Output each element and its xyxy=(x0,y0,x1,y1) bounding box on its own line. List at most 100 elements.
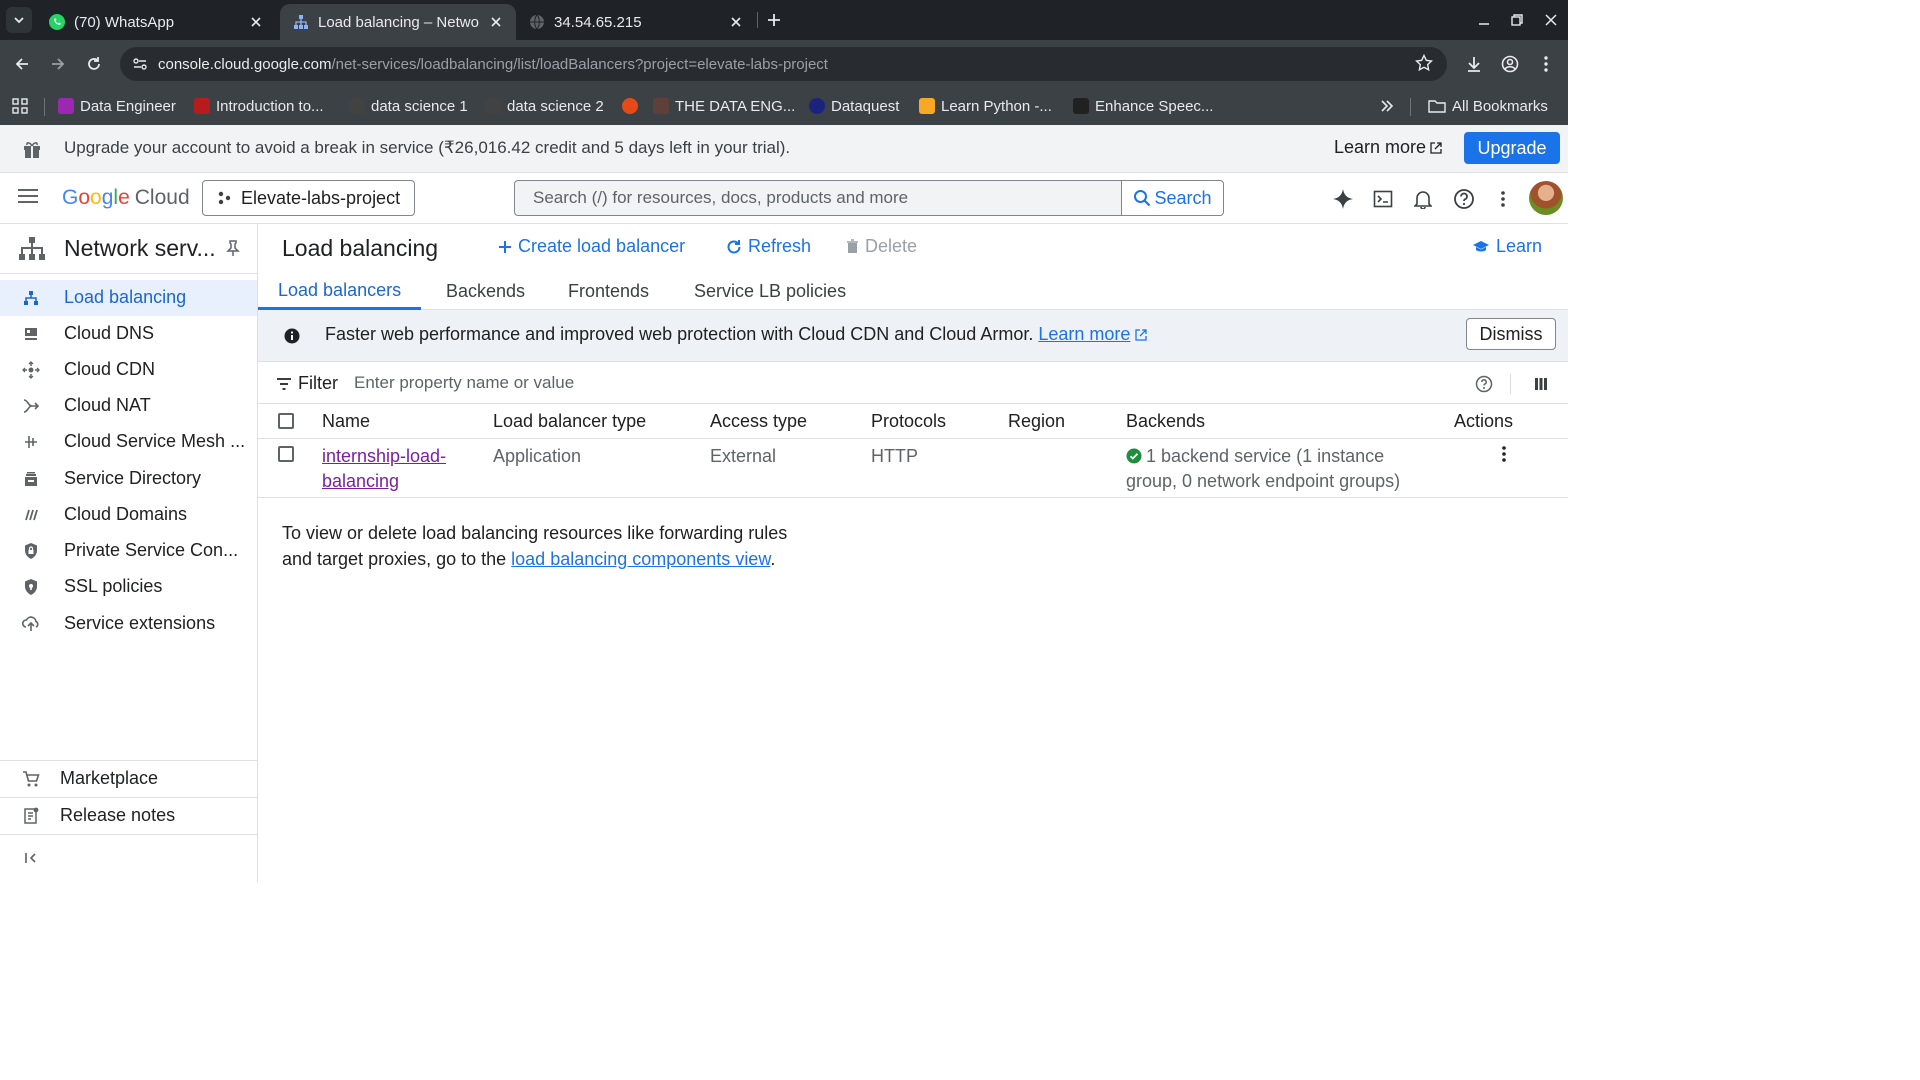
project-name: Elevate-labs-project xyxy=(241,187,401,208)
logo-cloud: Cloud xyxy=(134,186,190,209)
google-cloud-logo[interactable]: Google Cloud xyxy=(62,186,190,210)
close-tab-icon[interactable] xyxy=(248,14,264,30)
filter-input[interactable]: Enter property name or value xyxy=(354,373,574,393)
reload-button[interactable] xyxy=(82,52,106,76)
browser-tab-whatsapp[interactable]: (70) WhatsApp xyxy=(36,4,276,40)
help-button[interactable] xyxy=(1451,186,1477,212)
avatar[interactable] xyxy=(1529,181,1563,215)
new-tab-button[interactable] xyxy=(762,8,786,32)
sidebar-item-private-service-connect[interactable]: Private Service Con... xyxy=(0,533,257,569)
service-directory-icon xyxy=(22,470,40,488)
row-checkbox[interactable] xyxy=(278,446,294,462)
bookmark-dataquest[interactable]: Dataquest xyxy=(809,95,899,117)
sidebar-item-service-directory[interactable]: Service Directory xyxy=(0,461,257,497)
sidebar-item-service-extensions[interactable]: Service extensions xyxy=(0,606,257,642)
more-bookmarks-button[interactable] xyxy=(1380,95,1394,117)
notifications-button[interactable] xyxy=(1410,186,1436,212)
upgrade-button[interactable]: Upgrade xyxy=(1464,132,1560,164)
search-icon xyxy=(1134,190,1151,207)
column-header-protocols[interactable]: Protocols xyxy=(871,411,946,432)
sidebar-item-marketplace[interactable]: Marketplace xyxy=(0,761,257,797)
close-tab-icon[interactable] xyxy=(488,14,504,30)
row-actions-more-vert-icon[interactable] xyxy=(1502,446,1506,462)
profile-button[interactable] xyxy=(1498,52,1522,76)
learn-button[interactable]: Learn xyxy=(1472,236,1542,257)
refresh-button[interactable]: Refresh xyxy=(726,236,811,257)
nav-header: Network serv... xyxy=(0,224,258,274)
close-window-button[interactable] xyxy=(1539,8,1563,32)
forward-button[interactable] xyxy=(46,52,70,76)
hamburger-menu-icon[interactable] xyxy=(18,188,38,204)
all-bookmarks-button[interactable]: All Bookmarks xyxy=(1428,95,1548,117)
cart-icon xyxy=(22,770,40,788)
tab-title: 34.54.65.215 xyxy=(554,13,642,31)
help-icon[interactable] xyxy=(1475,375,1493,393)
restore-button[interactable] xyxy=(1505,8,1529,32)
console-search[interactable]: Search (/) for resources, docs, products… xyxy=(514,180,1224,216)
tab-frontends[interactable]: Frontends xyxy=(548,273,669,310)
search-button[interactable]: Search xyxy=(1121,181,1223,215)
project-picker[interactable]: Elevate-labs-project xyxy=(202,180,415,216)
minimize-button[interactable] xyxy=(1472,8,1496,32)
sidebar-item-cloud-nat[interactable]: Cloud NAT xyxy=(0,388,257,424)
lb-protocols: HTTP xyxy=(871,446,918,466)
sidebar-item-load-balancing[interactable]: Load balancing xyxy=(0,280,257,316)
select-all-checkbox[interactable] xyxy=(278,413,294,429)
trial-banner: Upgrade your account to avoid a break in… xyxy=(0,125,1568,173)
filter-bar: Filter Enter property name or value xyxy=(258,363,1568,404)
bookmark-data-engineer[interactable]: Data Engineer xyxy=(58,95,176,117)
cloud-shell-button[interactable] xyxy=(1370,186,1396,212)
tab-backends[interactable]: Backends xyxy=(426,273,545,310)
lb-name-link[interactable]: internship-load- balancing xyxy=(322,444,446,494)
tab-service-lb-policies[interactable]: Service LB policies xyxy=(674,273,866,310)
downloads-button[interactable] xyxy=(1462,52,1486,76)
components-view-link[interactable]: load balancing components view xyxy=(511,549,770,569)
site-info-icon[interactable] xyxy=(130,54,150,74)
tab-search-button[interactable] xyxy=(6,7,32,33)
create-load-balancer-button[interactable]: Create load balancer xyxy=(498,236,685,257)
sidebar-item-cloud-dns[interactable]: Cloud DNS xyxy=(0,316,257,352)
bookmark-data-science-2[interactable]: data science 2 xyxy=(485,95,604,117)
browser-tab-ip[interactable]: 34.54.65.215 xyxy=(516,4,756,40)
sidebar-item-ssl-policies[interactable]: SSL policies xyxy=(0,569,257,605)
refresh-label: Refresh xyxy=(748,236,812,256)
tab-load-balancers[interactable]: Load balancers xyxy=(258,273,422,310)
column-display-icon[interactable] xyxy=(1534,377,1548,391)
sidebar-item-cloud-service-mesh[interactable]: Cloud Service Mesh ... xyxy=(0,424,257,460)
more-vert-icon xyxy=(1544,56,1548,72)
sidebar-item-release-notes[interactable]: Release notes xyxy=(0,798,257,834)
delete-button[interactable]: Delete xyxy=(846,236,917,257)
filter-button[interactable]: Filter xyxy=(276,373,338,394)
back-button[interactable] xyxy=(10,52,34,76)
search-input[interactable]: Search (/) for resources, docs, products… xyxy=(515,188,1121,208)
bookmark-learn-python[interactable]: Learn Python -... xyxy=(919,95,1052,117)
dismiss-button[interactable]: Dismiss xyxy=(1466,318,1556,350)
bookmark-data-science-1[interactable]: data science 1 xyxy=(349,95,468,117)
bookmark-label: Dataquest xyxy=(831,97,900,115)
search-button-label: Search xyxy=(1154,187,1212,208)
browser-menu-button[interactable] xyxy=(1534,52,1558,76)
column-header-backends[interactable]: Backends xyxy=(1126,411,1205,432)
bookmark-the-data-eng[interactable]: THE DATA ENG... xyxy=(653,95,795,117)
pin-icon[interactable] xyxy=(226,240,240,256)
bookmark-star-icon[interactable] xyxy=(1415,54,1433,72)
bookmark-introduction[interactable]: Introduction to... xyxy=(194,95,324,117)
column-header-access[interactable]: Access type xyxy=(710,411,807,432)
trial-learn-more-link[interactable]: Learn more xyxy=(1334,137,1442,158)
url-field[interactable]: console.cloud.google.com/net-services/lo… xyxy=(120,47,1447,81)
collapse-nav-icon[interactable] xyxy=(24,852,38,864)
column-header-name[interactable]: Name xyxy=(322,411,370,432)
project-dots-icon xyxy=(218,191,231,205)
column-header-type[interactable]: Load balancer type xyxy=(493,411,646,432)
close-tab-icon[interactable] xyxy=(728,14,744,30)
column-header-region[interactable]: Region xyxy=(1008,411,1065,432)
gemini-button[interactable] xyxy=(1330,186,1356,212)
settings-menu-button[interactable] xyxy=(1490,186,1516,212)
browser-tab-load-balancing[interactable]: Load balancing – Netwo xyxy=(280,4,516,40)
apps-button[interactable] xyxy=(12,95,28,117)
banner-learn-more-link[interactable]: Learn more xyxy=(1038,324,1130,344)
bookmark-enhance-speech[interactable]: Enhance Speec... xyxy=(1073,95,1213,117)
sidebar-item-cloud-domains[interactable]: Cloud Domains xyxy=(0,497,257,533)
bookmark-untitled[interactable] xyxy=(622,95,644,117)
sidebar-item-cloud-cdn[interactable]: Cloud CDN xyxy=(0,352,257,388)
